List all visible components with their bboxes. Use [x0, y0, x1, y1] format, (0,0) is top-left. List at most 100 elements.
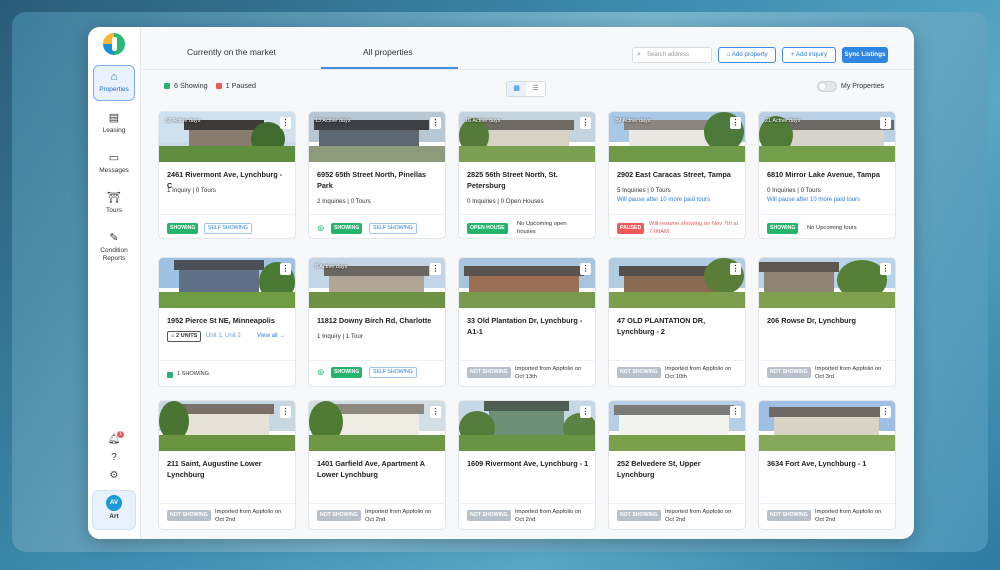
property-address: 1609 Rivermont Ave, Lynchburg - 1	[467, 459, 589, 468]
status-badge: NOT SHOWING	[617, 367, 661, 378]
status-note: No Upcoming tours	[807, 225, 857, 231]
property-card[interactable]: ⋮ 1401 Garfield Ave, Apartment A Lower L…	[308, 400, 446, 530]
more-options-icon[interactable]: ⋮	[430, 406, 441, 418]
paused-swatch	[215, 82, 222, 89]
gear-icon[interactable]: ⚙	[107, 469, 121, 483]
import-note: Imported from Appfolio on Oct 2nd	[665, 509, 732, 523]
more-options-icon[interactable]: ⋮	[430, 263, 441, 275]
my-properties-label: My Properties	[841, 83, 885, 90]
status-badge: OPEN HOUSE	[467, 223, 508, 234]
units-status: 1 SHOWING	[177, 371, 210, 377]
property-stats: 5 Inquiries | 0 Tours	[617, 187, 671, 194]
more-options-icon[interactable]: ⋮	[880, 117, 891, 129]
more-options-icon[interactable]: ⋮	[580, 117, 591, 129]
showing-swatch	[164, 82, 170, 89]
property-address: 211 Saint, Augustine Lower Lynchburg	[167, 459, 262, 479]
sidebar-item-tours[interactable]: ⛩ Tours	[93, 187, 135, 217]
property-photo: ⋮	[159, 401, 295, 451]
property-address: 2825 56th Street North, St. Petersburg	[467, 170, 558, 190]
more-options-icon[interactable]: ⋮	[280, 263, 291, 275]
property-card[interactable]: ⋮ 1952 Pierce St NE, Minneapolis ⌂ 2 UNI…	[158, 257, 296, 387]
property-card[interactable]: ⋮ 252 Belvedere St, Upper Lynchburg NOT …	[608, 400, 746, 530]
status-badge: NOT SHOWING	[167, 510, 211, 521]
sidebar-item-label: Tours	[106, 207, 122, 214]
sync-listings-button[interactable]: Sync Listings	[842, 47, 888, 63]
property-photo: ⋮	[759, 258, 895, 308]
my-properties-toggle[interactable]	[817, 81, 837, 92]
tab-all-properties[interactable]: All properties	[363, 47, 413, 69]
app-logo	[103, 33, 125, 55]
more-options-icon[interactable]: ⋮	[580, 263, 591, 275]
qr-code-icon: ⊛	[317, 223, 325, 233]
property-photo: ⋮	[309, 401, 445, 451]
tours-icon: ⛩	[107, 192, 121, 204]
sidebar-item-properties[interactable]: ⌂ Properties	[93, 65, 135, 101]
message-icon: ▭	[108, 152, 120, 164]
status-badge: NOT SHOWING	[467, 367, 511, 378]
more-options-icon[interactable]: ⋮	[730, 117, 741, 129]
status-note: Will resume showing on Nov 7th at 7:00AM	[649, 221, 739, 235]
property-card[interactable]: ⋮ 206 Rowse Dr, Lynchburg NOT SHOWING Im…	[758, 257, 896, 387]
more-options-icon[interactable]: ⋮	[280, 406, 291, 418]
property-card[interactable]: ⋮ 3634 Fort Ave, Lynchburg - 1 NOT SHOWI…	[758, 400, 896, 530]
import-note: Imported from Appfolio on Oct 2nd	[215, 509, 282, 523]
import-note: Imported from Appfolio on Oct 3rd	[815, 366, 882, 380]
property-card[interactable]: 13 Active days ⋮ 6952 65th Street North,…	[308, 111, 446, 239]
tab-currently-on-market[interactable]: Currently on the market	[187, 47, 276, 69]
property-card[interactable]: 16 Active days ⋮ 2825 56th Street North,…	[458, 111, 596, 239]
property-address: 252 Belvedere St, Upper Lynchburg	[617, 459, 701, 479]
more-options-icon[interactable]: ⋮	[580, 406, 591, 418]
status-legend: 6 Showing 1 Paused	[164, 81, 256, 90]
property-address: 11812 Downy Birch Rd, Charlotte	[317, 316, 432, 325]
search-icon: ⌕	[637, 51, 641, 58]
self-showing-badge: SELF SHOWING	[369, 223, 417, 234]
user-menu[interactable]: AV Art	[92, 490, 136, 530]
more-options-icon[interactable]: ⋮	[430, 117, 441, 129]
more-options-icon[interactable]: ⋮	[880, 263, 891, 275]
sidebar-item-leasing[interactable]: ▤ Leasing	[93, 107, 135, 137]
status-badge: SHOWING	[331, 367, 363, 378]
property-card[interactable]: 39 Active days ⋮ 2902 East Caracas Stree…	[608, 111, 746, 239]
more-options-icon[interactable]: ⋮	[730, 263, 741, 275]
more-options-icon[interactable]: ⋮	[880, 406, 891, 418]
property-photo: 21 Active days ⋮	[759, 112, 895, 162]
property-card[interactable]: ⋮ 211 Saint, Augustine Lower Lynchburg N…	[158, 400, 296, 530]
more-options-icon[interactable]: ⋮	[280, 117, 291, 129]
grid-view-icon[interactable]: ▦	[507, 82, 526, 96]
property-photo: ⋮	[459, 258, 595, 308]
search-input[interactable]: ⌕ Search address	[632, 47, 712, 63]
self-showing-badge: SELF SHOWING	[369, 367, 417, 378]
report-icon: ✎	[109, 232, 119, 244]
import-note: Imported from Appfolio on Oct 13th	[515, 366, 582, 380]
add-inquiry-button[interactable]: + Add inquiry	[782, 47, 836, 63]
property-card[interactable]: 12 Active days ⋮ 2461 Rivermont Ave, Lyn…	[158, 111, 296, 239]
units-list[interactable]: Unit 1, Unit 2	[206, 333, 241, 339]
status-badge: NOT SHOWING	[317, 510, 361, 521]
property-address: 6952 65th Street North, Pinellas Park	[317, 170, 427, 190]
view-all-link[interactable]: View all →	[257, 333, 285, 339]
home-icon: ⌂	[110, 71, 118, 83]
property-photo: 16 Active days ⋮	[459, 112, 595, 162]
units-badge: ⌂ 2 UNITS	[167, 331, 202, 342]
property-card[interactable]: 21 Active days ⋮ 6810 Mirror Lake Avenue…	[758, 111, 896, 239]
main-content: Currently on the market All properties ⌕…	[141, 27, 914, 539]
active-days-badge: 39 Active days	[615, 118, 651, 124]
more-options-icon[interactable]: ⋮	[730, 406, 741, 418]
help-icon[interactable]: ?	[107, 451, 121, 465]
status-badge: SHOWING	[331, 223, 363, 234]
property-card[interactable]: ⋮ 1609 Rivermont Ave, Lynchburg - 1 NOT …	[458, 400, 596, 530]
add-property-button[interactable]: ⌂ Add property	[718, 47, 776, 63]
sidebar-item-messages[interactable]: ▭ Messages	[93, 147, 135, 177]
property-card[interactable]: ⋮ 33 Old Plantation Dr, Lynchburg - A1-1…	[458, 257, 596, 387]
property-card[interactable]: ⋮ 47 OLD PLANTATION DR, Lynchburg - 2 NO…	[608, 257, 746, 387]
property-stats: 0 Inquiries | 0 Open Houses	[467, 198, 544, 205]
property-card[interactable]: 5 Active days ⋮ 11812 Downy Birch Rd, Ch…	[308, 257, 446, 387]
pause-note: Will pause after 10 more paid tours	[767, 197, 861, 203]
add-property-label: Add property	[731, 51, 768, 58]
view-toggle: ▦ ☰	[506, 81, 546, 97]
sidebar-item-label: Messages	[99, 167, 129, 174]
active-days-badge: 16 Active days	[465, 118, 501, 124]
leasing-icon: ▤	[108, 112, 120, 124]
sidebar-item-condition-reports[interactable]: ✎ Condition Reports	[93, 227, 135, 267]
list-view-icon[interactable]: ☰	[526, 82, 545, 96]
